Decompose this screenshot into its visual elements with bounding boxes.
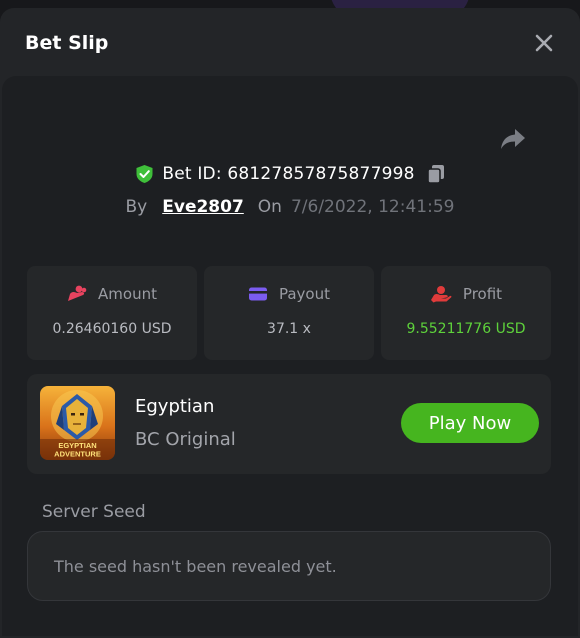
stat-amount-value: 0.26460160 USD <box>52 321 172 337</box>
copy-button[interactable] <box>426 164 445 184</box>
modal-title: Bet Slip <box>25 32 109 54</box>
stat-profit: Profit 9.55211776 USD <box>381 266 551 360</box>
stat-payout-label: Payout <box>278 285 330 303</box>
game-thumbnail[interactable]: EGYPTIAN ADVENTURE <box>40 386 115 460</box>
bet-datetime: 7/6/2022, 12:41:59 <box>290 197 455 217</box>
server-seed-label: Server Seed <box>42 502 146 522</box>
bet-details-panel: Bet ID: 68127857875877998 By Eve2807 On … <box>2 76 578 636</box>
stat-profit-label: Profit <box>462 285 503 303</box>
thumb-logo-text-2: ADVENTURE <box>54 450 101 459</box>
shield-check-icon <box>136 165 153 183</box>
game-provider: BC Original <box>135 429 236 450</box>
modal-header: Bet Slip <box>0 8 580 78</box>
game-name[interactable]: Egyptian <box>135 396 214 417</box>
close-icon <box>535 34 553 52</box>
close-button[interactable] <box>530 29 558 57</box>
bet-stats: Amount 0.26460160 USD Payout 37.1 x Prof… <box>27 266 551 360</box>
server-seed-text: The seed hasn't been revealed yet. <box>54 556 337 576</box>
stat-amount-label: Amount <box>98 285 157 303</box>
stat-payout: Payout 37.1 x <box>204 266 374 360</box>
play-now-button[interactable]: Play Now <box>401 403 539 443</box>
on-label: On <box>257 197 282 217</box>
by-label: By <box>125 197 148 217</box>
copy-icon <box>426 165 444 184</box>
bet-meta-row: By Eve2807 On 7/6/2022, 12:41:59 <box>2 197 578 217</box>
share-icon <box>501 129 525 149</box>
hand-coin-icon <box>430 286 452 303</box>
game-card: EGYPTIAN ADVENTURE Egyptian BC Original … <box>27 374 551 474</box>
stat-amount: Amount 0.26460160 USD <box>27 266 197 360</box>
username-link[interactable]: Eve2807 <box>162 197 244 217</box>
share-button[interactable] <box>500 128 526 154</box>
bet-id: Bet ID: 68127857875877998 <box>162 164 415 184</box>
stat-profit-value: 9.55211776 USD <box>406 321 526 337</box>
server-seed-box: The seed hasn't been revealed yet. <box>27 531 551 601</box>
pharaoh-logo-icon: EGYPTIAN ADVENTURE <box>40 390 115 460</box>
card-icon <box>248 287 267 301</box>
stat-payout-value: 37.1 x <box>267 321 311 337</box>
bet-id-row: Bet ID: 68127857875877998 <box>2 164 578 184</box>
coins-icon <box>68 285 87 301</box>
